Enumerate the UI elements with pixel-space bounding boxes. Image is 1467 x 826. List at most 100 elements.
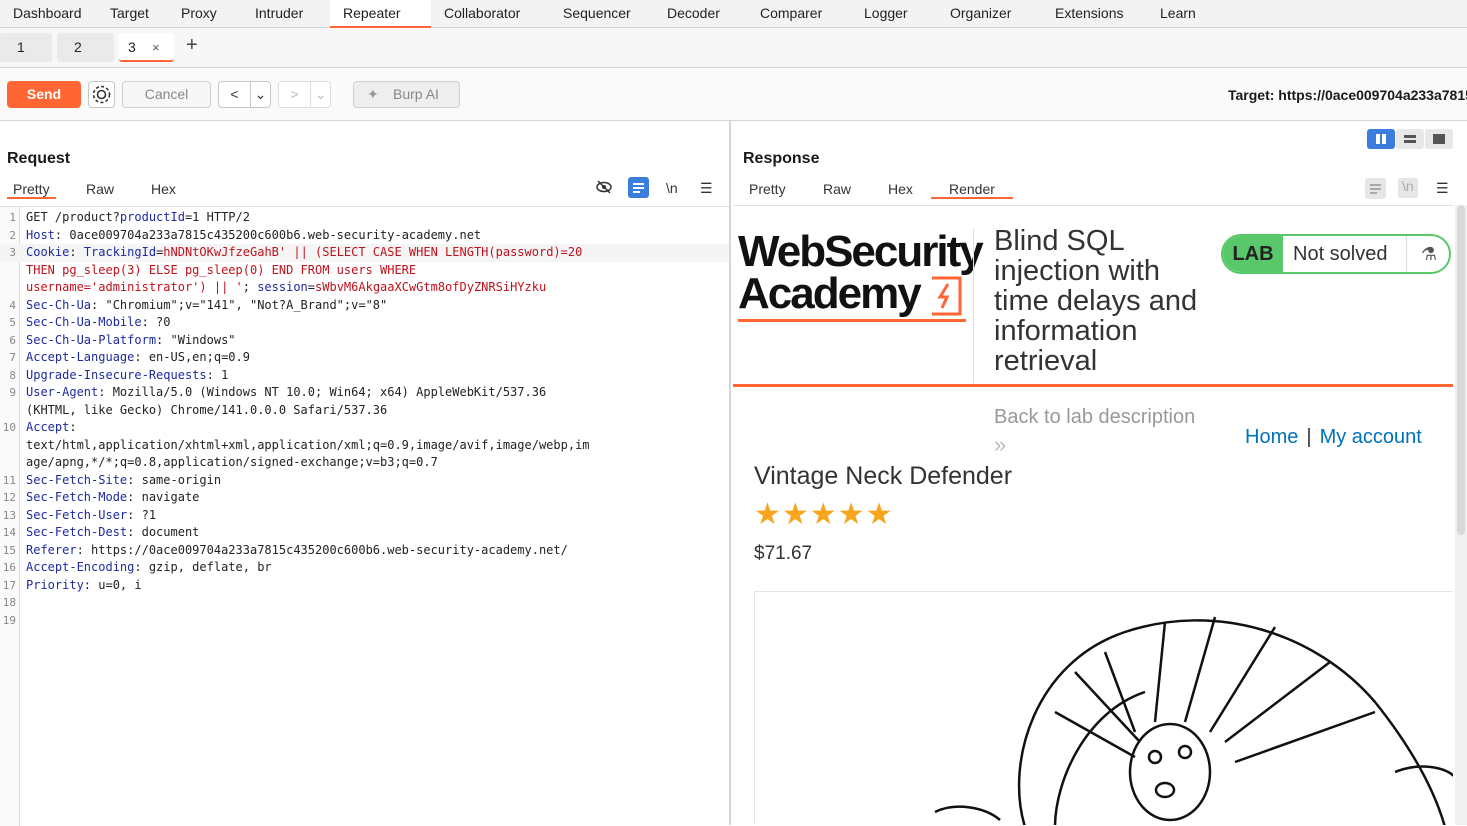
header-key: Priority	[26, 577, 84, 592]
request-line[interactable]: THEN pg_sleep(3) ELSE pg_sleep(0) END FR…	[0, 262, 729, 280]
header-value: =	[307, 280, 316, 294]
request-tab-raw[interactable]: Raw	[86, 181, 114, 197]
request-line[interactable]: 10 Accept:	[0, 419, 729, 437]
request-line[interactable]: 17 Priority: u=0, i	[0, 577, 729, 595]
nav-separator: |	[1306, 426, 1312, 448]
my-account-link[interactable]: My account	[1320, 426, 1422, 448]
request-tab-hex[interactable]: Hex	[151, 181, 176, 197]
single-pane-icon	[1433, 134, 1445, 144]
menu-tab-logger[interactable]: Logger	[851, 0, 937, 28]
line-number: 18	[2, 596, 16, 609]
cancel-button[interactable]: Cancel	[122, 81, 211, 108]
line-text: Sec-Ch-Ua-Platform: "Windows"	[26, 332, 236, 350]
header-value: : 0ace009704a233a7815c435200c600b6.web-s…	[54, 227, 482, 242]
payload-text: sWbvM6AkgaaXCwGtm8ofDyZNRSiHYzku	[315, 280, 547, 294]
close-icon[interactable]: ×	[152, 33, 160, 62]
request-line[interactable]: text/html,application/xhtml+xml,applicat…	[0, 437, 729, 455]
sparkle-icon: ✦	[367, 86, 379, 102]
request-line[interactable]: 5 Sec-Ch-Ua-Mobile: ?0	[0, 314, 729, 332]
back-to-lab-link[interactable]: Back to lab description	[994, 406, 1195, 429]
request-line[interactable]: 3 Cookie: TrackingId=hNDNtOKwJfzeGahB' ||…	[0, 244, 729, 262]
previous-request-button[interactable]: <	[218, 81, 251, 108]
target-url[interactable]: Target: https://0ace009704a233a7815	[1228, 87, 1467, 103]
menu-tab-comparer[interactable]: Comparer	[747, 0, 851, 28]
repeater-tab-2[interactable]: 2	[57, 33, 114, 62]
menu-tab-intruder[interactable]: Intruder	[242, 0, 330, 28]
request-editor[interactable]: 1 GET /product?productId=1 HTTP/2 2 Host: 0…	[0, 206, 729, 826]
hide-nonprintable-button[interactable]	[595, 178, 613, 199]
word-wrap-button[interactable]	[628, 177, 649, 201]
menu-tab-decoder[interactable]: Decoder	[654, 0, 747, 28]
layout-stacked-button[interactable]	[1396, 129, 1424, 149]
request-line[interactable]: 19	[0, 612, 729, 630]
menu-tab-extensions[interactable]: Extensions	[1042, 0, 1147, 28]
request-tab-pretty[interactable]: Pretty	[7, 181, 56, 199]
request-line[interactable]: 7 Accept-Language: en-US,en;q=0.9	[0, 349, 729, 367]
line-text: THEN pg_sleep(3) ELSE pg_sleep(0) END FR…	[26, 262, 416, 280]
request-line[interactable]: (KHTML, like Gecko) Chrome/141.0.0.0 Saf…	[0, 402, 729, 420]
request-line[interactable]: 8 Upgrade-Insecure-Requests: 1	[0, 367, 729, 385]
menu-tab-organizer[interactable]: Organizer	[937, 0, 1042, 28]
header-key: User-Agent	[26, 385, 99, 399]
previous-history-dropdown[interactable]: ⌄	[250, 81, 271, 108]
header-key: Sec-Ch-Ua-Platform	[26, 332, 157, 347]
repeater-tab-3[interactable]: 3 ×	[119, 33, 174, 62]
menu-tab-collaborator[interactable]: Collaborator	[431, 0, 550, 28]
logo-line2-wrap: Academy	[738, 272, 974, 316]
menu-tab-learn[interactable]: Learn	[1147, 0, 1217, 28]
response-tab-pretty[interactable]: Pretty	[749, 181, 786, 197]
response-scrollbar[interactable]	[1455, 205, 1467, 825]
request-line[interactable]: 13 Sec-Fetch-User: ?1	[0, 507, 729, 525]
request-line[interactable]: username='administrator') || '; session=…	[0, 279, 729, 297]
layout-tabs-button[interactable]	[1425, 129, 1453, 149]
add-tab-button[interactable]: +	[186, 34, 198, 57]
next-request-button[interactable]: >	[278, 81, 311, 108]
repeater-tab-1[interactable]: 1	[0, 33, 52, 62]
request-line[interactable]: 4 Sec-Ch-Ua: "Chromium";v="141", "Not?A_B…	[0, 297, 729, 315]
header-value: : u=0, i	[83, 577, 142, 592]
response-tab-render[interactable]: Render	[931, 181, 1013, 199]
request-line[interactable]: 14 Sec-Fetch-Dest: document	[0, 524, 729, 542]
scrollbar-thumb[interactable]	[1457, 205, 1465, 535]
header-key: Sec-Fetch-Mode	[26, 490, 128, 504]
line-number: 13	[2, 508, 16, 522]
line-number: 11	[2, 473, 16, 487]
request-line[interactable]: 15 Referer: https://0ace009704a233a7815c4…	[0, 542, 729, 560]
response-tab-hex[interactable]: Hex	[888, 181, 913, 197]
menu-tab-target[interactable]: Target	[97, 0, 168, 28]
header-value: : navigate	[127, 490, 200, 504]
menu-tab-repeater[interactable]: Repeater	[330, 0, 431, 28]
menu-tab-proxy[interactable]: Proxy	[168, 0, 242, 28]
show-newlines-button-disabled[interactable]: \n	[1398, 178, 1418, 198]
home-link[interactable]: Home	[1245, 426, 1298, 448]
menu-icon[interactable]: ☰	[1436, 180, 1449, 197]
menu-tab-sequencer[interactable]: Sequencer	[550, 0, 654, 28]
header-key: Upgrade-Insecure-Requests	[26, 367, 207, 382]
word-wrap-button-disabled[interactable]	[1365, 178, 1386, 202]
request-line[interactable]: 9 User-Agent: Mozilla/5.0 (Windows NT 10.…	[0, 384, 729, 402]
line-text: Accept-Encoding: gzip, deflate, br	[26, 559, 272, 577]
bolt-icon	[932, 276, 962, 316]
show-newlines-button[interactable]: \n	[666, 180, 678, 196]
request-line[interactable]: 11 Sec-Fetch-Site: same-origin	[0, 472, 729, 490]
line-number: 8	[9, 368, 16, 382]
send-button[interactable]: Send	[7, 81, 81, 108]
response-tab-raw[interactable]: Raw	[823, 181, 851, 197]
menu-icon[interactable]: ☰	[700, 180, 713, 197]
layout-side-by-side-button[interactable]	[1367, 129, 1395, 149]
request-line[interactable]: 1 GET /product?productId=1 HTTP/2	[0, 209, 729, 227]
request-line[interactable]: 6 Sec-Ch-Ua-Platform: "Windows"	[0, 332, 729, 350]
burp-ai-button[interactable]: ✦ Burp AI	[353, 81, 460, 108]
line-text: Upgrade-Insecure-Requests: 1	[26, 367, 228, 385]
request-line[interactable]: 12 Sec-Fetch-Mode: navigate	[0, 489, 729, 507]
request-line[interactable]: 18	[0, 594, 729, 612]
header-key: Sec-Fetch-User	[26, 507, 128, 522]
next-history-dropdown[interactable]: ⌄	[310, 81, 331, 108]
menu-tab-dashboard[interactable]: Dashboard	[0, 0, 97, 28]
request-line[interactable]: 2 Host: 0ace009704a233a7815c435200c600b6.…	[0, 227, 729, 245]
settings-button[interactable]	[88, 81, 115, 108]
request-line[interactable]: age/apng,*/*;q=0.8,application/signed-ex…	[0, 454, 729, 472]
pane-divider[interactable]	[729, 121, 731, 825]
request-line[interactable]: 16 Accept-Encoding: gzip, deflate, br	[0, 559, 729, 577]
line-text: (KHTML, like Gecko) Chrome/141.0.0.0 Saf…	[26, 402, 387, 420]
